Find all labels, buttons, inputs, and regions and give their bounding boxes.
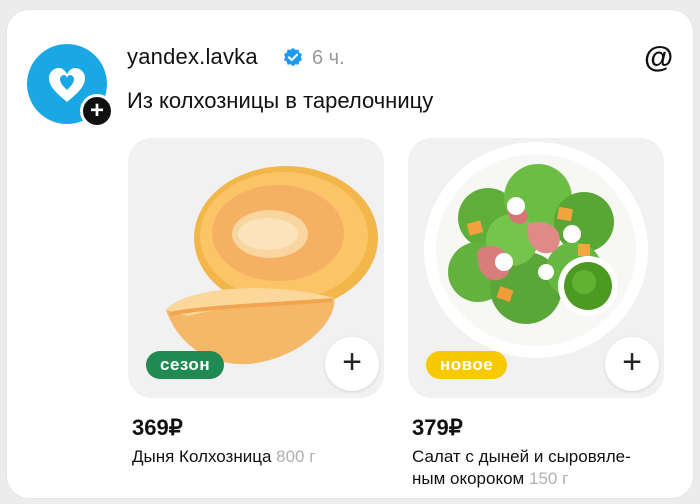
- threads-icon[interactable]: @: [644, 43, 674, 73]
- plus-icon: +: [342, 343, 362, 381]
- new-tag: новое: [426, 351, 508, 379]
- product-weight: 800 г: [276, 447, 316, 466]
- product-price: 369₽: [132, 415, 183, 440]
- plus-icon: +: [622, 343, 642, 381]
- threads-post-card: + yandex.lavka 6 ч. @ Из колхозницы в та…: [7, 10, 693, 498]
- product-card-melon[interactable]: сезон + 369₽ Дыня Колхозница 800 г: [120, 128, 390, 488]
- product-title: Дыня Колхозница: [132, 447, 272, 466]
- verified-badge-icon: [284, 47, 302, 67]
- product-name: Дыня Колхозница 800 г: [132, 446, 382, 468]
- product-card-salad[interactable]: новое + 379₽ Салат с дыней и сыровяле-ны…: [400, 128, 670, 488]
- follow-button[interactable]: +: [80, 94, 114, 128]
- season-tag: сезон: [146, 351, 225, 379]
- product-image-salad: новое +: [408, 138, 664, 398]
- username[interactable]: yandex.lavka: [127, 44, 258, 70]
- product-title: Салат с дыней и сыровяле-ным окороком: [412, 447, 631, 488]
- post-text: Из колхозницы в тарелочницу: [127, 88, 434, 113]
- add-to-cart-button[interactable]: +: [605, 337, 659, 391]
- product-name: Салат с дыней и сыровяле-ным окороком 15…: [412, 446, 662, 490]
- product-weight: 150 г: [528, 469, 569, 488]
- post-time: 6 ч.: [312, 47, 345, 69]
- product-price: 379₽: [412, 415, 463, 440]
- product-image-melon: сезон +: [128, 138, 384, 398]
- plus-icon: +: [89, 97, 104, 124]
- add-to-cart-button[interactable]: +: [325, 337, 379, 391]
